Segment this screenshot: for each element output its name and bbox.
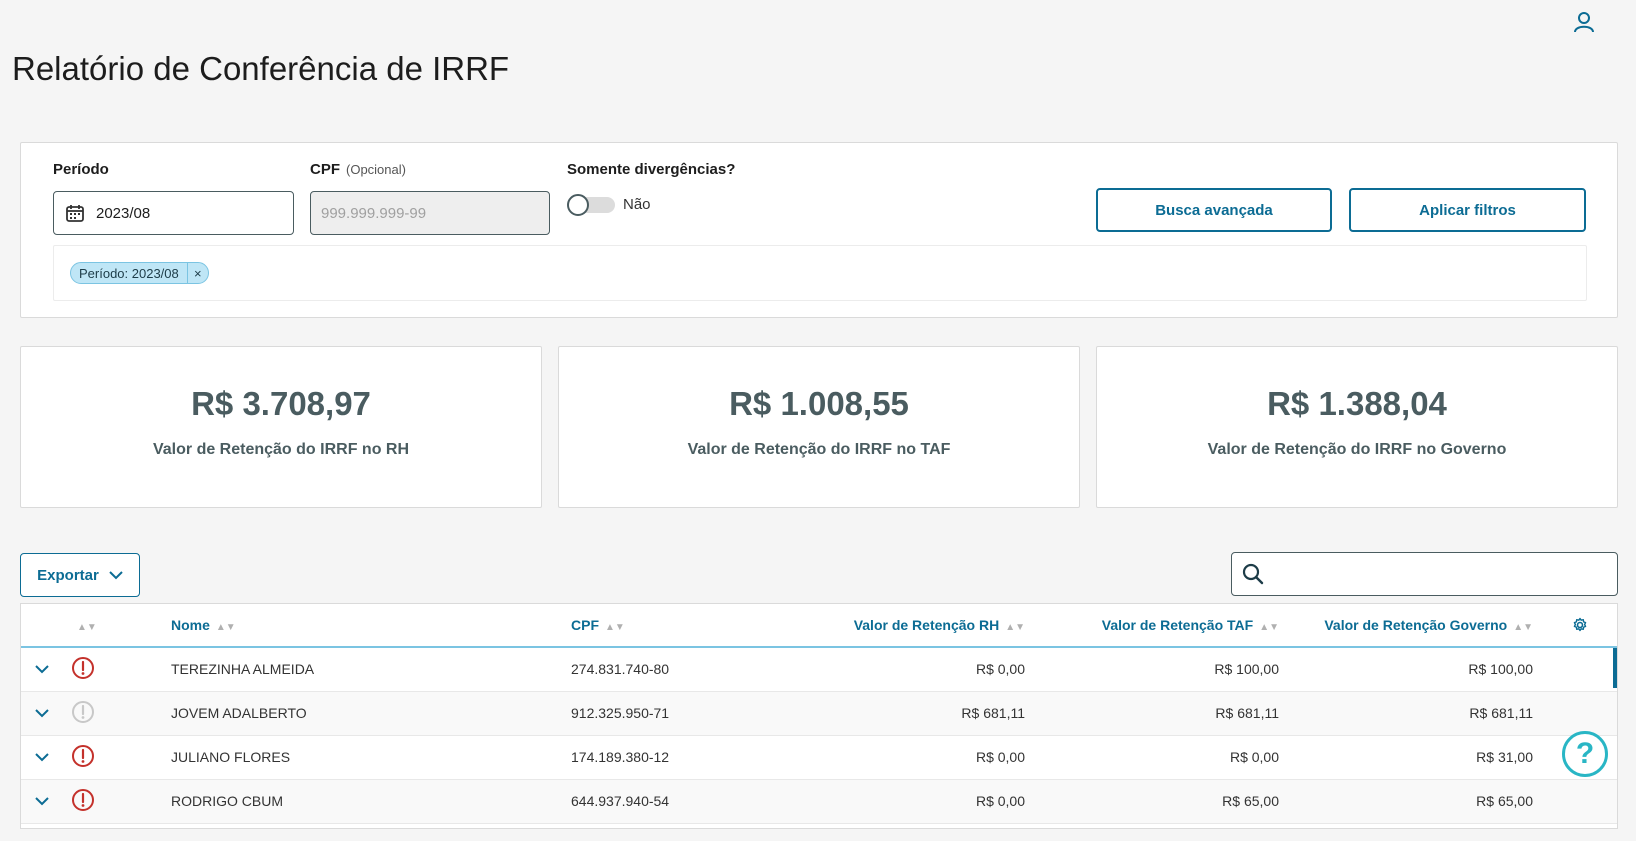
status-cell [63,647,163,691]
cpf-label: CPF (Opcional) [310,161,406,178]
card-amount: R$ 3.708,97 [191,385,371,422]
cell-cpf: 274.831.740-80 [571,661,670,678]
summary-card-governo: R$ 1.388,04 Valor de Retenção do IRRF no… [1096,346,1618,508]
cell-valor-governo: R$ 681,11 [1469,705,1533,721]
filter-tag-period: Período: 2023/08 × [70,262,209,284]
alert-icon [71,700,95,727]
alert-icon [71,788,95,815]
cell-nome: JOVEM ADALBERTO [171,705,307,721]
sort-icon: ▲▼ [77,622,97,633]
expand-cell [21,779,63,823]
advanced-search-button[interactable]: Busca avançada [1096,188,1332,232]
chevron-down-icon [109,567,123,584]
sort-icon: ▲▼ [215,622,236,633]
card-amount: R$ 1.388,04 [1267,385,1447,422]
cell-nome: JULIANO FLORES [171,749,291,765]
search-input[interactable] [1274,553,1617,595]
table-header-row: ▲▼ Nome ▲▼ CPF ▲▼ Valor de Retenção RH ▲▼ V… [21,604,1617,647]
filter-panel: Período 2023/08 CPF (Opcional) 999.999.99… [20,142,1618,318]
cell-nome: RODRIGO CBUM [171,793,283,809]
status-cell [63,735,163,779]
cpf-input[interactable]: 999.999.999-99 [310,191,550,235]
card-label: Valor de Retenção do IRRF no RH [152,441,410,458]
status-cell [63,691,163,735]
cell-empty [1541,691,1617,735]
cell-valor-taf: R$ 0,00 [1229,749,1279,765]
cpf-optional-hint: (Opcional) [346,162,406,177]
header-valor-taf[interactable]: Valor de Retenção TAF ▲▼ [1033,604,1287,647]
active-filters-area: Período: 2023/08 × [53,245,1587,301]
search-icon [1242,562,1266,586]
cell-empty [1541,779,1617,823]
chevron-down-icon[interactable] [29,796,55,806]
cell-valor-taf: R$ 65,00 [1222,793,1279,809]
card-amount: R$ 1.008,55 [729,385,909,422]
expand-cell [21,691,63,735]
export-button[interactable]: Exportar [20,553,140,597]
remove-filter-icon[interactable]: × [188,266,208,281]
cell-valor-governo: R$ 100,00 [1468,661,1533,678]
cell-valor-rh: R$ 681,11 [961,705,1025,721]
user-profile-button[interactable] [1570,10,1598,38]
header-expand [21,604,63,647]
cell-valor-taf: R$ 681,11 [1215,705,1279,721]
header-cpf[interactable]: CPF ▲▼ [563,604,763,647]
apply-filters-button[interactable]: Aplicar filtros [1349,188,1586,232]
cell-valor-governo: R$ 65,00 [1476,793,1533,809]
results-table: ▲▼ Nome ▲▼ CPF ▲▼ Valor de Retenção RH ▲▼ V… [20,603,1618,829]
chevron-down-icon[interactable] [29,752,55,762]
table-row[interactable]: TEREZINHA ALMEIDA 274.831.740-80 R$ 0,00… [21,647,1617,691]
card-label: Valor de Retenção do IRRF no Governo [1207,441,1507,458]
cell-empty [1541,647,1617,691]
filter-tag-label: Período: 2023/08 [71,263,188,283]
divergence-toggle[interactable] [567,194,615,216]
row-selected-indicator [1613,648,1617,688]
cell-cpf: 174.189.380-12 [571,749,670,765]
page-title: Relatório de Conferência de IRRF [12,50,510,87]
alert-icon [71,656,95,683]
cell-valor-governo: R$ 31,00 [1476,749,1533,765]
table-row[interactable]: RODRIGO CBUM 644.937.940-54 R$ 0,00 R$ 6… [21,779,1617,823]
cell-valor-rh: R$ 0,00 [975,793,1025,809]
export-label: Exportar [37,566,99,584]
header-status[interactable]: ▲▼ [63,604,163,647]
user-icon [1574,11,1594,38]
expand-cell [21,735,63,779]
status-cell [63,779,163,823]
card-label: Valor de Retenção do IRRF no TAF [687,441,951,458]
toggle-knob [567,194,589,216]
summary-card-rh: R$ 3.708,97 Valor de Retenção do IRRF no… [20,346,542,508]
sort-icon: ▲▼ [605,622,625,633]
cell-valor-rh: R$ 0,00 [975,661,1025,678]
header-valor-rh[interactable]: Valor de Retenção RH ▲▼ [763,604,1033,647]
header-settings [1541,604,1617,647]
cell-nome: TEREZINHA ALMEIDA [171,661,315,678]
sort-icon: ▲▼ [1259,622,1279,633]
divergence-value: Não [623,196,651,213]
summary-card-taf: R$ 1.008,55 Valor de Retenção do IRRF no… [558,346,1080,508]
header-valor-governo[interactable]: Valor de Retenção Governo ▲▼ [1287,604,1541,647]
table-row[interactable]: JULIANO FLORES 174.189.380-12 R$ 0,00 R$… [21,735,1617,779]
table-search[interactable] [1231,552,1618,596]
alert-icon [71,744,95,771]
divergence-label: Somente divergências? [567,161,736,178]
gear-icon[interactable] [1549,617,1611,633]
sort-icon: ▲▼ [1005,622,1025,633]
period-value: 2023/08 [96,204,151,222]
header-nome[interactable]: Nome ▲▼ [163,604,563,647]
cell-cpf: 912.325.950-71 [571,705,670,721]
table-row[interactable]: JOVEM ADALBERTO 912.325.950-71 R$ 681,11… [21,691,1617,735]
cpf-placeholder: 999.999.999-99 [321,204,427,222]
help-button[interactable]: ? [1562,731,1608,777]
period-label: Período [53,161,109,178]
sort-icon: ▲▼ [1513,622,1533,633]
cell-cpf: 644.937.940-54 [571,793,670,809]
chevron-down-icon[interactable] [29,708,55,718]
calendar-icon[interactable] [66,203,86,223]
period-input[interactable]: 2023/08 [53,191,294,235]
cell-valor-rh: R$ 0,00 [975,749,1025,765]
expand-cell [21,647,63,691]
cell-valor-taf: R$ 100,00 [1214,661,1279,678]
chevron-down-icon[interactable] [29,665,55,674]
